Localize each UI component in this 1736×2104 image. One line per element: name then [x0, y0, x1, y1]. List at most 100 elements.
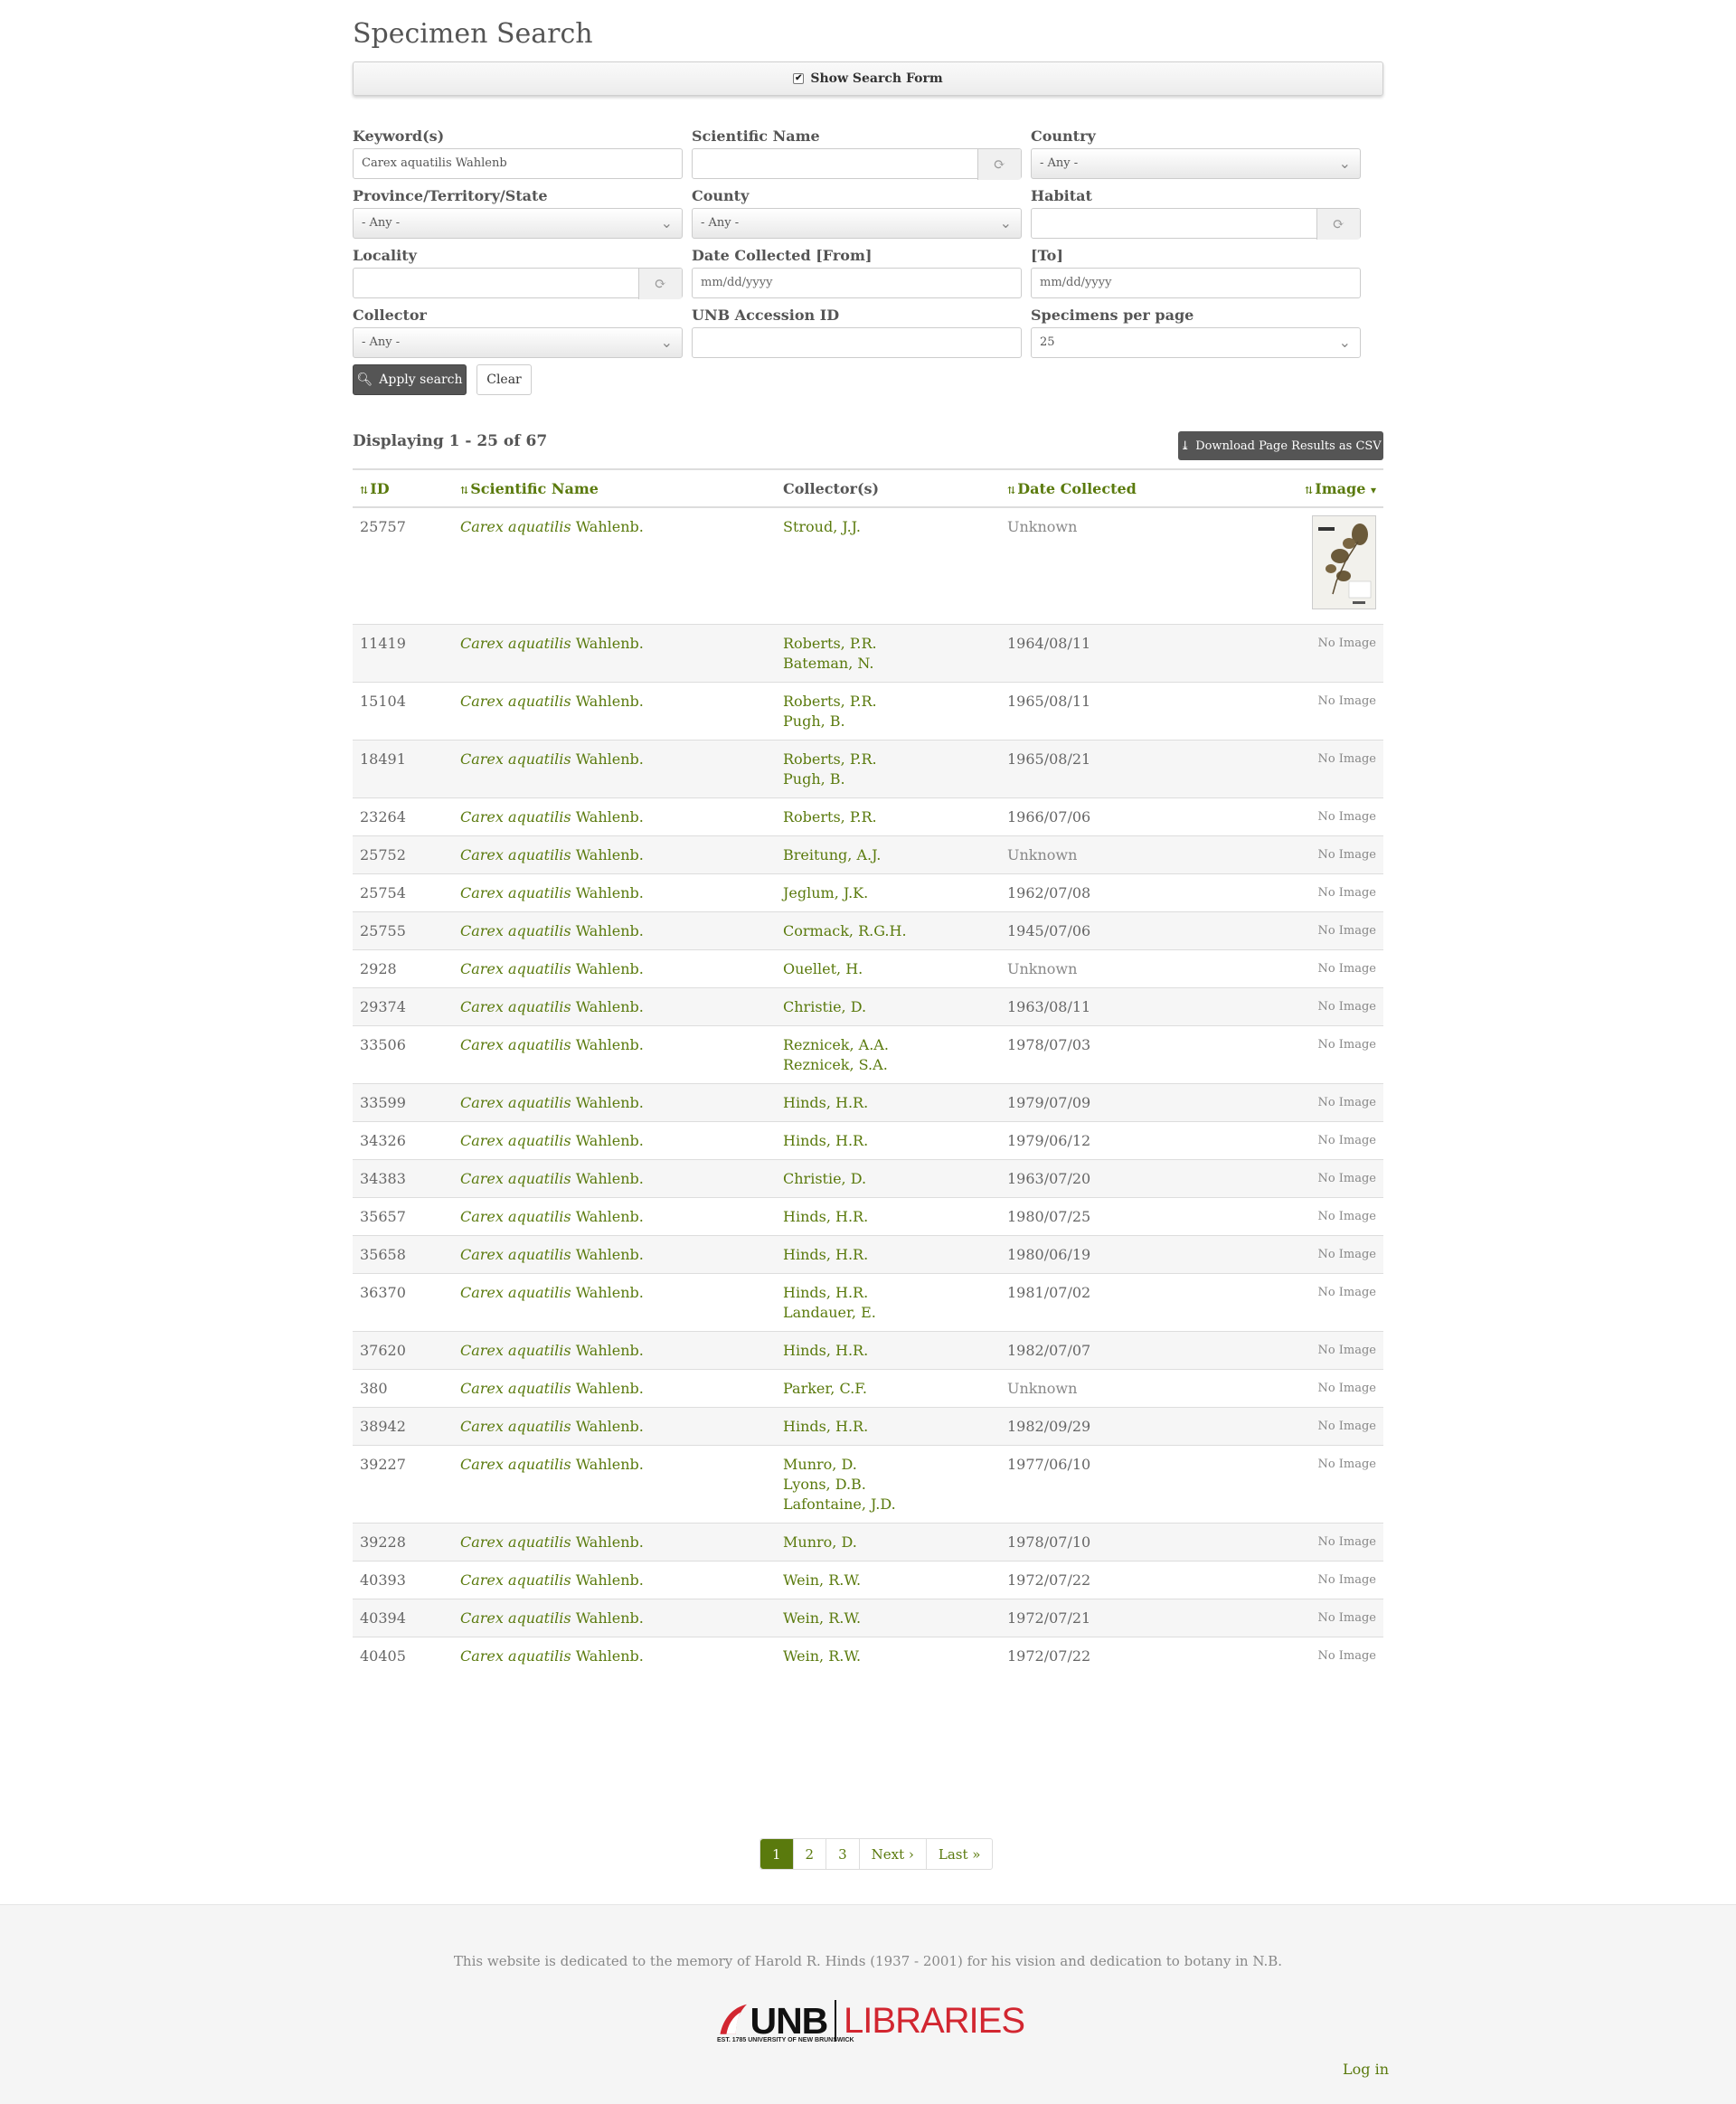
scientific-name-binomial[interactable]: Carex aquatilis — [460, 1456, 571, 1473]
scientific-name-author[interactable]: Wahlenb. — [576, 1571, 644, 1589]
collector-link[interactable]: Wein, R.W. — [783, 1571, 993, 1590]
scientific-name-author[interactable]: Wahlenb. — [576, 1418, 644, 1435]
collector-link[interactable]: Jeglum, J.K. — [783, 883, 993, 903]
collector-link[interactable]: Hinds, H.R. — [783, 1283, 993, 1303]
cell-scientific-name[interactable]: Carex aquatilis Wahlenb. — [453, 1197, 776, 1236]
scientific-name-author[interactable]: Wahlenb. — [576, 1342, 644, 1359]
specimen-thumbnail[interactable] — [1312, 515, 1376, 609]
scientific-name-binomial[interactable]: Carex aquatilis — [460, 1284, 571, 1301]
cell-scientific-name[interactable]: Carex aquatilis Wahlenb. — [453, 1273, 776, 1332]
collector-link[interactable]: Roberts, P.R. — [783, 807, 993, 827]
cell-scientific-name[interactable]: Carex aquatilis Wahlenb. — [453, 1561, 776, 1599]
cell-scientific-name[interactable]: Carex aquatilis Wahlenb. — [453, 835, 776, 874]
scientific-name-binomial[interactable]: Carex aquatilis — [460, 1094, 571, 1111]
scientific-name-author[interactable]: Wahlenb. — [576, 693, 644, 710]
page-link-2[interactable]: 2 — [792, 1839, 826, 1869]
cell-scientific-name[interactable]: Carex aquatilis Wahlenb. — [453, 1637, 776, 1675]
collector-link[interactable]: Landauer, E. — [783, 1303, 993, 1323]
scientific-name-author[interactable]: Wahlenb. — [576, 846, 644, 863]
scientific-name-binomial[interactable]: Carex aquatilis — [460, 1132, 571, 1149]
collector-link[interactable]: Hinds, H.R. — [783, 1341, 993, 1361]
collector-link[interactable]: Pugh, B. — [783, 769, 993, 789]
collector-link[interactable]: Hinds, H.R. — [783, 1093, 993, 1113]
accession-input[interactable] — [692, 327, 1022, 358]
cell-scientific-name[interactable]: Carex aquatilis Wahlenb. — [453, 797, 776, 836]
column-header-date-collected[interactable]: ⇅ Date Collected — [1000, 468, 1257, 508]
show-search-form-toggle[interactable]: ✔ Show Search Form — [353, 61, 1383, 96]
scientific-name-author[interactable]: Wahlenb. — [576, 922, 644, 939]
scientific-name-binomial[interactable]: Carex aquatilis — [460, 750, 571, 768]
collector-link[interactable]: Hinds, H.R. — [783, 1245, 993, 1265]
last-page-link[interactable]: Last » — [925, 1839, 993, 1869]
scientific-name-author[interactable]: Wahlenb. — [576, 1246, 644, 1263]
cell-scientific-name[interactable]: Carex aquatilis Wahlenb. — [453, 1445, 776, 1524]
scientific-name-author[interactable]: Wahlenb. — [576, 960, 644, 977]
scientific-name-author[interactable]: Wahlenb. — [576, 1170, 644, 1187]
collector-link[interactable]: Munro, D. — [783, 1533, 993, 1552]
page-link-1[interactable]: 1 — [760, 1839, 793, 1869]
cell-scientific-name[interactable]: Carex aquatilis Wahlenb. — [453, 1121, 776, 1160]
scientific-name-author[interactable]: Wahlenb. — [576, 1533, 644, 1551]
collector-link[interactable]: Bateman, N. — [783, 654, 993, 674]
keyword-input[interactable]: Carex aquatilis Wahlenb — [353, 148, 683, 179]
scientific-name-author[interactable]: Wahlenb. — [576, 1380, 644, 1397]
scientific-name-author[interactable]: Wahlenb. — [576, 635, 644, 652]
collector-link[interactable]: Breitung, A.J. — [783, 845, 993, 865]
collector-link[interactable]: Roberts, P.R. — [783, 634, 993, 654]
scientific-name-author[interactable]: Wahlenb. — [576, 1036, 644, 1053]
scientific-name-author[interactable]: Wahlenb. — [576, 1094, 644, 1111]
collector-link[interactable]: Hinds, H.R. — [783, 1207, 993, 1227]
cell-scientific-name[interactable]: Carex aquatilis Wahlenb. — [453, 1369, 776, 1408]
collector-link[interactable]: Roberts, P.R. — [783, 692, 993, 712]
date-to-input[interactable]: mm/dd/yyyy — [1031, 268, 1361, 298]
collector-link[interactable]: Munro, D. — [783, 1455, 993, 1475]
page-link-3[interactable]: 3 — [826, 1839, 859, 1869]
scientific-name-binomial[interactable]: Carex aquatilis — [460, 1342, 571, 1359]
scientific-name-author[interactable]: Wahlenb. — [576, 518, 644, 535]
cell-scientific-name[interactable]: Carex aquatilis Wahlenb. — [453, 624, 776, 683]
scientific-name-binomial[interactable]: Carex aquatilis — [460, 1647, 571, 1665]
scientific-name-binomial[interactable]: Carex aquatilis — [460, 960, 571, 977]
collector-link[interactable]: Pugh, B. — [783, 712, 993, 731]
collector-link[interactable]: Reznicek, S.A. — [783, 1055, 993, 1075]
cell-scientific-name[interactable]: Carex aquatilis Wahlenb. — [453, 740, 776, 798]
cell-scientific-name[interactable]: Carex aquatilis Wahlenb. — [453, 1159, 776, 1198]
collector-link[interactable]: Reznicek, A.A. — [783, 1035, 993, 1055]
scientific-name-binomial[interactable]: Carex aquatilis — [460, 1533, 571, 1551]
clear-button[interactable]: Clear — [476, 364, 532, 395]
scientific-name-binomial[interactable]: Carex aquatilis — [460, 808, 571, 826]
scientific-name-binomial[interactable]: Carex aquatilis — [460, 1208, 571, 1225]
collector-link[interactable]: Parker, C.F. — [783, 1379, 993, 1399]
collector-link[interactable]: Hinds, H.R. — [783, 1131, 993, 1151]
date-from-input[interactable]: mm/dd/yyyy — [692, 268, 1022, 298]
scientific-name-binomial[interactable]: Carex aquatilis — [460, 693, 571, 710]
collector-link[interactable]: Christie, D. — [783, 997, 993, 1017]
per-page-select[interactable]: 25 ⌄ — [1031, 327, 1361, 358]
country-select[interactable]: - Any - ⌄ — [1031, 148, 1361, 179]
scientific-name-binomial[interactable]: Carex aquatilis — [460, 635, 571, 652]
scientific-name-binomial[interactable]: Carex aquatilis — [460, 1571, 571, 1589]
next-page-link[interactable]: Next › — [858, 1839, 926, 1869]
county-select[interactable]: - Any - ⌄ — [692, 208, 1022, 239]
refresh-icon[interactable]: ⟳ — [977, 149, 1021, 180]
column-header-image[interactable]: ⇅ Image ▾ — [1257, 468, 1383, 508]
scientific-name-author[interactable]: Wahlenb. — [576, 884, 644, 901]
cell-scientific-name[interactable]: Carex aquatilis Wahlenb. — [453, 911, 776, 950]
refresh-icon[interactable]: ⟳ — [638, 269, 682, 299]
scientific-name-binomial[interactable]: Carex aquatilis — [460, 884, 571, 901]
scientific-name-author[interactable]: Wahlenb. — [576, 808, 644, 826]
cell-scientific-name[interactable]: Carex aquatilis Wahlenb. — [453, 949, 776, 988]
apply-search-button[interactable]: 🔍︎ Apply search — [353, 364, 467, 395]
cell-scientific-name[interactable]: Carex aquatilis Wahlenb. — [453, 1331, 776, 1370]
cell-scientific-name[interactable]: Carex aquatilis Wahlenb. — [453, 1407, 776, 1446]
login-link[interactable]: Log in — [1343, 2061, 1389, 2078]
scientific-name-input[interactable]: ⟳ — [692, 148, 1022, 180]
scientific-name-binomial[interactable]: Carex aquatilis — [460, 1418, 571, 1435]
cell-scientific-name[interactable]: Carex aquatilis Wahlenb. — [453, 1599, 776, 1637]
scientific-name-binomial[interactable]: Carex aquatilis — [460, 846, 571, 863]
cell-scientific-name[interactable]: Carex aquatilis Wahlenb. — [453, 1025, 776, 1084]
scientific-name-binomial[interactable]: Carex aquatilis — [460, 518, 571, 535]
unb-libraries-logo[interactable]: UNB LIBRARIES EST. 1785 UNIVERSITY OF NE… — [717, 1994, 1025, 2048]
column-header-id[interactable]: ⇅ ID — [353, 468, 453, 508]
collector-link[interactable]: Ouellet, H. — [783, 959, 993, 979]
